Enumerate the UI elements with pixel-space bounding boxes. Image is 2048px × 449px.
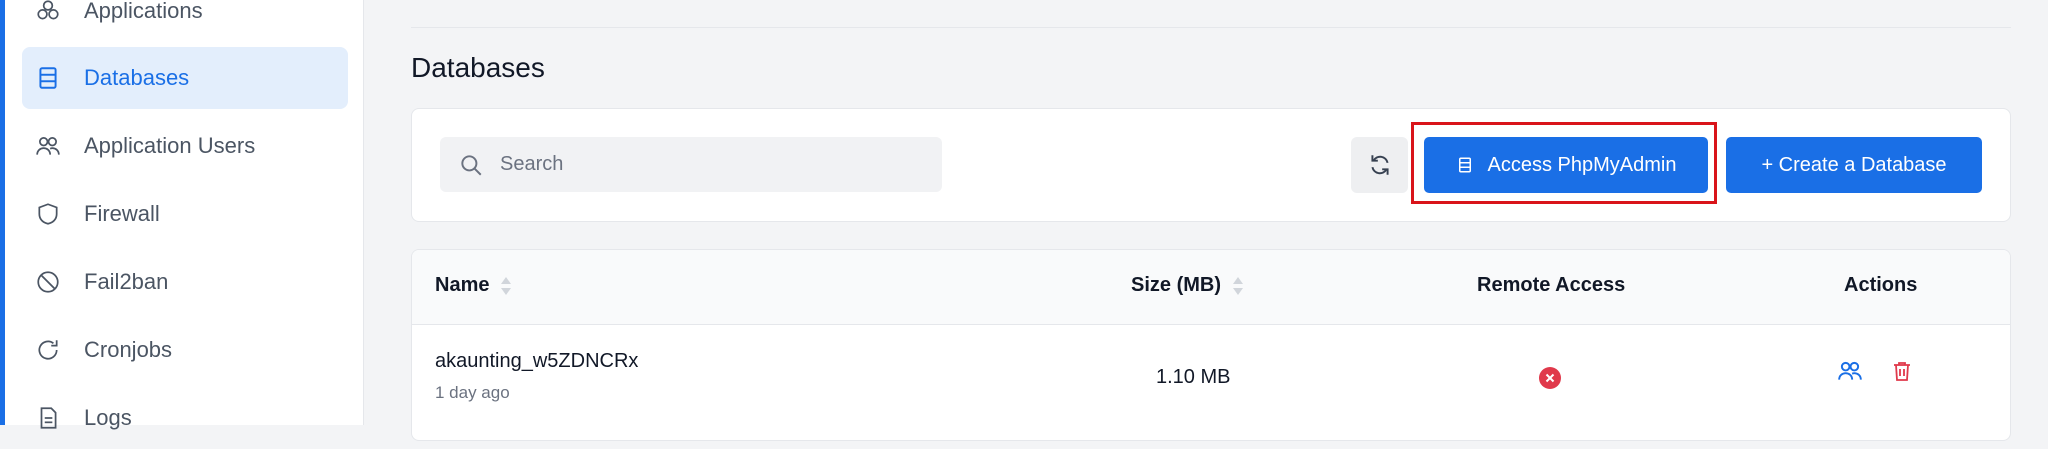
users-icon	[1838, 361, 1862, 380]
table-header: Name Size (MB) Remote Access Actions	[412, 250, 2010, 325]
logs-icon	[34, 404, 62, 432]
search-box[interactable]	[440, 137, 942, 192]
applications-icon	[34, 0, 62, 25]
header-divider	[411, 27, 2011, 28]
refresh-button[interactable]	[1351, 137, 1408, 193]
sidebar-item-label: Fail2ban	[84, 269, 169, 294]
toolbar: Access PhpMyAdmin + Create a Database	[411, 108, 2011, 222]
sidebar-item-label: Firewall	[84, 201, 160, 226]
remote-access-disabled-icon	[1539, 367, 1561, 389]
sidebar-item-applications[interactable]: Applications	[22, 0, 348, 42]
sidebar-item-cronjobs[interactable]: Cronjobs	[22, 319, 348, 381]
shield-icon	[34, 200, 62, 228]
sidebar-item-databases[interactable]: Databases	[22, 47, 348, 109]
column-header-remote-access: Remote Access	[1477, 274, 1626, 296]
search-input[interactable]	[498, 152, 922, 177]
column-header-size[interactable]: Size (MB)	[1131, 274, 1245, 297]
delete-database-button[interactable]	[1888, 357, 1916, 385]
create-database-label: + Create a Database	[1761, 153, 1947, 176]
sidebar-item-fail2ban[interactable]: Fail2ban	[22, 251, 348, 313]
manage-users-button[interactable]	[1836, 357, 1864, 385]
sidebar-item-label: Cronjobs	[84, 337, 173, 362]
database-icon	[34, 64, 62, 92]
sidebar-item-logs[interactable]: Logs	[22, 387, 348, 449]
sidebar-item-label: Databases	[84, 65, 190, 90]
search-icon	[461, 154, 482, 175]
sidebar: Applications Databases Application Users…	[5, 0, 364, 430]
database-created: 1 day ago	[435, 383, 510, 402]
page-title: Databases	[411, 52, 545, 83]
ban-icon	[34, 268, 62, 296]
database-name: akaunting_w5ZDNCRx	[435, 350, 639, 372]
column-header-actions: Actions	[1844, 274, 1918, 296]
refresh-icon	[34, 336, 62, 364]
trash-icon	[1894, 362, 1910, 381]
sidebar-item-firewall[interactable]: Firewall	[22, 183, 348, 245]
sidebar-item-application-users[interactable]: Application Users	[22, 115, 348, 177]
sidebar-item-label: Application Users	[84, 133, 256, 158]
database-size: 1.10 MB	[1156, 366, 1231, 388]
create-database-button[interactable]: + Create a Database	[1726, 137, 1982, 193]
sidebar-item-label: Applications	[84, 0, 203, 23]
databases-table: Name Size (MB) Remote Access Actions aka…	[411, 249, 2011, 441]
sidebar-item-label: Logs	[84, 405, 132, 430]
sort-icon	[1233, 276, 1243, 295]
highlight-box	[1411, 122, 1717, 204]
sort-icon	[501, 276, 512, 295]
column-header-name[interactable]: Name	[435, 274, 513, 297]
refresh-icon	[1370, 155, 1389, 175]
users-icon	[34, 132, 62, 160]
